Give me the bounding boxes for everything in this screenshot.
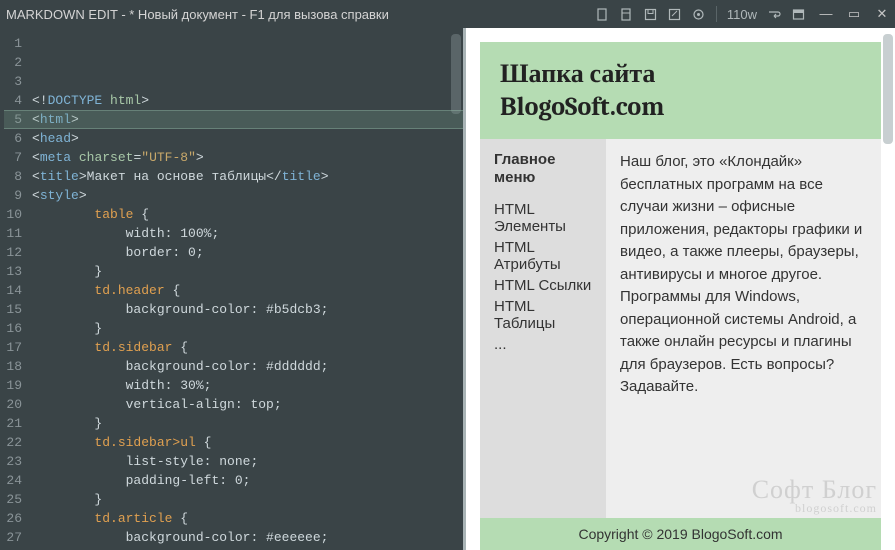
code-line[interactable]: width: 100%; [32, 224, 463, 243]
code-line[interactable]: td.sidebar { [32, 338, 463, 357]
code-line[interactable]: td.article { [32, 509, 463, 528]
close-button[interactable]: ✕ [875, 6, 889, 22]
site-footer: Copyright © 2019 BlogoSoft.com [480, 518, 881, 550]
app-window: MARKDOWN EDIT - * Новый документ - F1 дл… [0, 0, 895, 550]
code-line[interactable]: padding-left: 0; [32, 471, 463, 490]
code-line[interactable]: } [32, 262, 463, 281]
menu-link[interactable]: HTML Ссылки [494, 277, 598, 294]
title-bar: MARKDOWN EDIT - * Новый документ - F1 дл… [0, 0, 895, 28]
code-line[interactable]: } [32, 490, 463, 509]
preview-pane: Шапка сайта BlogoSoft.com Главное меню H… [463, 28, 895, 550]
word-count: 110w [727, 7, 757, 22]
code-line[interactable]: <style> [32, 186, 463, 205]
menu-link[interactable]: HTML Атрибуты [494, 239, 598, 273]
article: Наш блог, это «Клондайк» бесплатных прог… [606, 139, 881, 518]
code-line[interactable]: <meta charset="UTF-8"> [32, 148, 463, 167]
layout-row: Главное меню HTML ЭлементыHTML АтрибутыH… [480, 139, 881, 518]
site-title: Шапка сайта BlogoSoft.com [500, 58, 861, 123]
minimize-button[interactable]: — [819, 6, 833, 22]
toolbar: 110w [596, 6, 805, 22]
main-body: 1234567891011121314151617181920212223242… [0, 28, 895, 550]
code-line[interactable]: } [32, 414, 463, 433]
code-line[interactable]: <head> [32, 129, 463, 148]
code-line[interactable]: background-color: #b5dcb3; [32, 300, 463, 319]
code-line[interactable]: vertical-align: top; [32, 395, 463, 414]
maximize-button[interactable]: ▭ [847, 6, 861, 22]
line-gutter: 1234567891011121314151617181920212223242… [0, 28, 28, 550]
code-editor[interactable]: 1234567891011121314151617181920212223242… [0, 28, 463, 550]
open-file-icon[interactable] [620, 7, 634, 21]
save-icon[interactable] [644, 7, 658, 21]
wrap-icon[interactable] [767, 7, 781, 21]
window-title: MARKDOWN EDIT - * Новый документ - F1 дл… [6, 7, 596, 22]
new-file-icon[interactable] [596, 7, 610, 21]
sidebar: Главное меню HTML ЭлементыHTML АтрибутыH… [480, 139, 606, 518]
settings-icon[interactable] [692, 7, 706, 21]
save-as-icon[interactable] [668, 7, 682, 21]
code-area[interactable]: <!DOCTYPE html><html><head><meta charset… [28, 28, 463, 550]
code-line[interactable]: list-style: none; [32, 452, 463, 471]
code-line[interactable]: table { [32, 205, 463, 224]
code-line[interactable]: <title>Макет на основе таблицы</title> [32, 167, 463, 186]
code-line[interactable]: background-color: #eeeeee; [32, 528, 463, 547]
code-line[interactable]: width: 30%; [32, 376, 463, 395]
site-title-line1: Шапка сайта [500, 59, 655, 89]
menu-link[interactable]: ... [494, 336, 598, 353]
menu-heading: Главное меню [494, 151, 598, 187]
code-line[interactable]: background-color: #dddddd; [32, 357, 463, 376]
menu-links: HTML Элементы HTML Атрибуты HTML Ссылки HTM… [494, 201, 598, 353]
site-header: Шапка сайта BlogoSoft.com [480, 42, 881, 139]
toolbar-separator [716, 6, 717, 22]
site-title-line2: BlogoSoft.com [500, 92, 664, 122]
menu-link[interactable]: HTML Таблицы [494, 298, 598, 332]
code-line[interactable]: border: 0; [32, 243, 463, 262]
code-line[interactable]: } [32, 319, 463, 338]
window-controls: — ▭ ✕ [819, 6, 889, 22]
preview-icon[interactable] [791, 7, 805, 21]
preview-scrollbar[interactable] [883, 34, 893, 144]
code-line[interactable]: <!DOCTYPE html> [32, 91, 463, 110]
code-line[interactable]: <html> [32, 110, 463, 129]
code-line[interactable]: td.header { [32, 281, 463, 300]
preview-content: Шапка сайта BlogoSoft.com Главное меню H… [466, 28, 895, 550]
code-line[interactable]: td.sidebar>ul { [32, 433, 463, 452]
menu-link[interactable]: HTML Элементы [494, 201, 598, 235]
